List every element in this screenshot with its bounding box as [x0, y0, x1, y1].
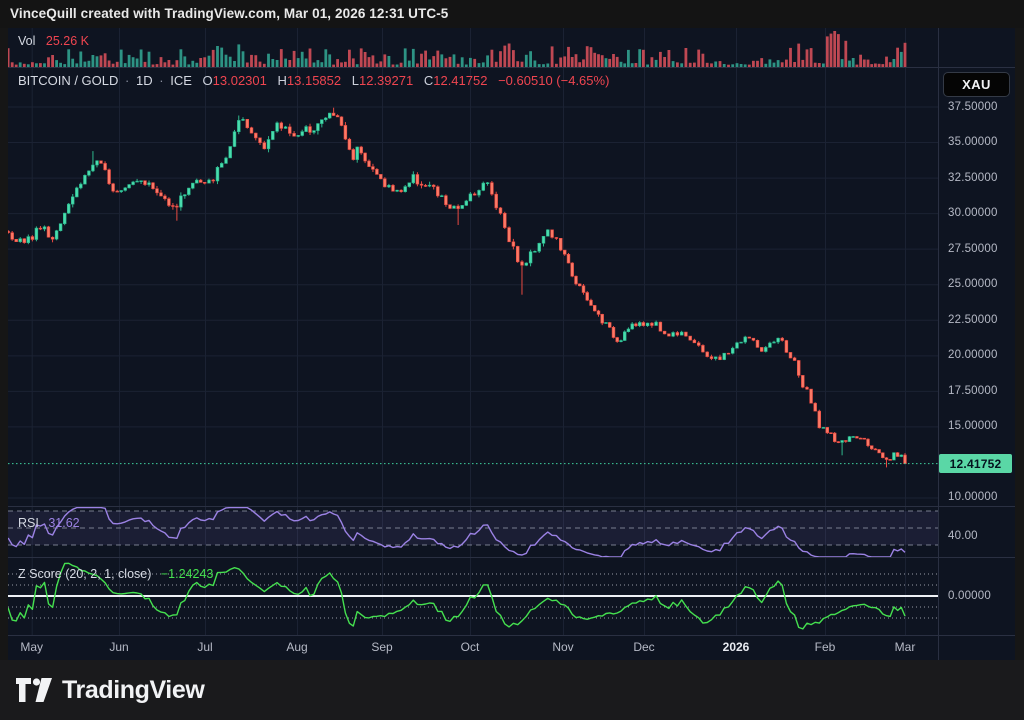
tradingview-logo-text: TradingView: [62, 676, 204, 705]
legend-dot: ·: [122, 73, 132, 88]
month-label: Mar: [895, 640, 916, 654]
tradingview-logo-icon: [14, 674, 54, 706]
price-tick-label: 37.50000: [948, 101, 998, 113]
legend-symbol: BITCOIN / GOLD: [18, 73, 118, 88]
month-label: Feb: [815, 640, 836, 654]
price-tick-label: 17.50000: [948, 385, 998, 397]
month-label: May: [20, 640, 43, 654]
month-label: 2026: [723, 640, 750, 654]
month-label: Aug: [286, 640, 307, 654]
last-price-badge: 12.41752: [939, 454, 1012, 473]
zscore-value: −1.24243: [161, 567, 213, 581]
month-label: Jul: [197, 640, 212, 654]
attribution-bar: VinceQuill created with TradingView.com,…: [0, 0, 1024, 28]
legend-dot: ·: [156, 73, 166, 88]
open-value: 13.02301: [213, 73, 267, 88]
footer-bar: TradingView: [0, 660, 1024, 720]
chart-widget: Vol 25.26 K BITCOIN / GOLD · 1D · ICE O1…: [8, 28, 1015, 660]
rsi-pane-label: RSI 31.62: [18, 516, 80, 530]
volume-value: 25.26 K: [46, 34, 89, 48]
high-value: 13.15852: [287, 73, 341, 88]
price-tick-label: 27.50000: [948, 243, 998, 255]
price-tick-label: 10.00000: [948, 491, 998, 503]
month-label: Dec: [633, 640, 654, 654]
price-tick-label: 22.50000: [948, 314, 998, 326]
currency-badge[interactable]: XAU: [943, 72, 1010, 97]
change-value: −0.60510 (−4.65%): [498, 73, 609, 88]
rsi-title: RSI: [18, 516, 39, 530]
time-axis[interactable]: May Jun Jul Aug Sep Oct Nov Dec 2026 Feb Mar: [8, 635, 1015, 660]
legend-exchange: ICE: [170, 73, 192, 88]
zscore-title: Z Score (20, 2, 1, close): [18, 567, 151, 581]
price-tick-label: 32.50000: [948, 172, 998, 184]
price-tick-label: 20.00000: [948, 349, 998, 361]
month-label: Oct: [461, 640, 480, 654]
month-label: Jun: [109, 640, 128, 654]
volume-label: Vol: [18, 34, 35, 48]
month-label: Nov: [552, 640, 573, 654]
price-tick-label: 35.00000: [948, 136, 998, 148]
candlestick-series: [8, 108, 906, 468]
legend-interval: 1D: [136, 73, 153, 88]
volume-bars: [8, 31, 906, 67]
low-value: 12.39271: [359, 73, 413, 88]
close-letter: C: [424, 73, 433, 88]
chart-canvas[interactable]: [8, 28, 1015, 660]
close-value: 12.41752: [433, 73, 487, 88]
zscore-pane-label: Z Score (20, 2, 1, close) −1.24243: [18, 567, 213, 581]
tradingview-logo[interactable]: TradingView: [14, 674, 204, 706]
rsi-tick-label: 40.00: [948, 530, 978, 542]
high-letter: H: [278, 73, 287, 88]
volume-pane-label: Vol 25.26 K: [18, 34, 89, 48]
price-tick-label: 15.00000: [948, 420, 998, 432]
symbol-legend[interactable]: BITCOIN / GOLD · 1D · ICE O13.02301 H13.…: [18, 73, 609, 88]
attribution-text: VinceQuill created with TradingView.com,…: [10, 6, 448, 21]
price-tick-label: 30.00000: [948, 207, 998, 219]
zscore-tick-label: 0.00000: [948, 590, 991, 602]
rsi-value: 31.62: [48, 516, 79, 530]
rsi-pane: [8, 508, 938, 557]
price-axis[interactable]: XAU 12.41752 37.50000 35.00000 32.50000 30.…: [938, 28, 1015, 635]
low-letter: L: [352, 73, 359, 88]
open-letter: O: [203, 73, 213, 88]
month-label: Sep: [371, 640, 392, 654]
price-tick-label: 25.00000: [948, 278, 998, 290]
